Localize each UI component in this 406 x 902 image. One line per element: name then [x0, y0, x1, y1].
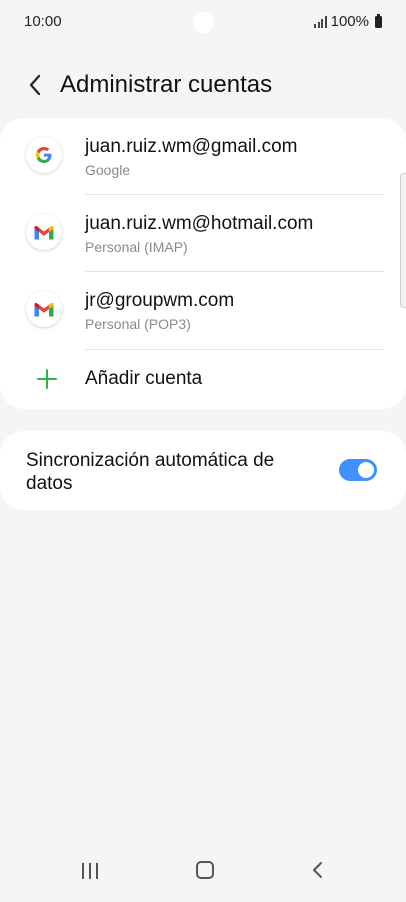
- auto-sync-card[interactable]: Sincronización automática de datos: [0, 431, 406, 510]
- header: Administrar cuentas: [0, 62, 406, 108]
- account-subtitle: Personal (POP3): [85, 316, 191, 332]
- status-time: 10:00: [24, 13, 62, 30]
- account-row-hotmail[interactable]: juan.ruiz.wm@hotmail.com Personal (IMAP): [0, 195, 406, 272]
- account-subtitle: Personal (IMAP): [85, 239, 188, 255]
- scroll-indicator[interactable]: [400, 173, 406, 308]
- camera-cutout: [193, 12, 214, 33]
- toggle-knob: [358, 462, 374, 478]
- battery-percent: 100%: [330, 13, 369, 30]
- auto-sync-label: Sincronización automática de datos: [26, 450, 275, 494]
- status-bar: 10:00 100%: [0, 0, 406, 44]
- navigation-bar: [0, 846, 406, 902]
- auto-sync-toggle[interactable]: [339, 459, 377, 481]
- account-row-groupwm[interactable]: jr@groupwm.com Personal (POP3): [0, 272, 406, 349]
- accounts-card: juan.ruiz.wm@gmail.com Google juan.ruiz.…: [0, 118, 406, 409]
- gmail-icon: [26, 214, 62, 250]
- home-button[interactable]: [196, 861, 214, 879]
- plus-icon: [37, 369, 57, 389]
- status-indicators: 100%: [314, 13, 382, 30]
- add-account-label: Añadir cuenta: [85, 368, 203, 389]
- battery-icon: [375, 13, 382, 28]
- page-title: Administrar cuentas: [60, 71, 273, 98]
- account-title: juan.ruiz.wm@hotmail.com: [85, 213, 314, 234]
- recents-button[interactable]: [82, 863, 98, 879]
- account-title: juan.ruiz.wm@gmail.com: [85, 136, 298, 157]
- back-button[interactable]: [20, 68, 50, 102]
- add-account-button[interactable]: Añadir cuenta: [0, 350, 406, 409]
- gmail-icon: [26, 291, 62, 327]
- account-title: jr@groupwm.com: [85, 290, 235, 311]
- signal-icon: [314, 15, 327, 28]
- google-icon: [26, 137, 62, 173]
- account-subtitle: Google: [85, 162, 131, 178]
- chevron-left-icon: [29, 74, 41, 96]
- account-row-google[interactable]: juan.ruiz.wm@gmail.com Google: [0, 118, 406, 195]
- nav-back-button[interactable]: [310, 860, 326, 880]
